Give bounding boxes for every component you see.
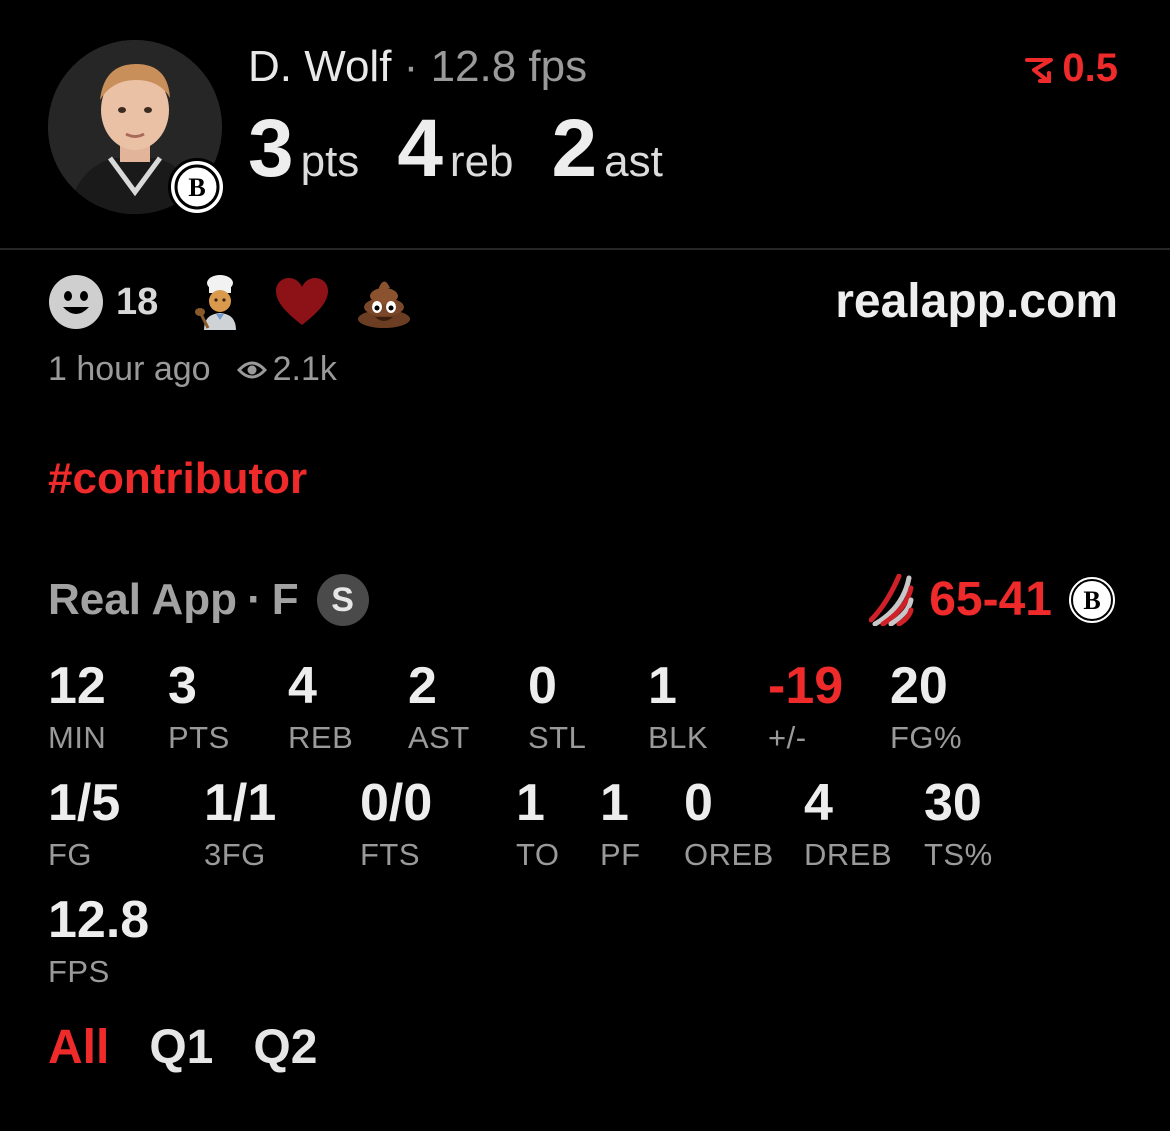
game-score[interactable]: 65-41 B	[869, 572, 1118, 627]
stat-blk: 1 BLK	[648, 660, 708, 756]
stat-reb: 4 REB	[288, 660, 353, 756]
summary-ast-label: ast	[604, 137, 663, 186]
stat-plus-minus: -19 +/-	[768, 660, 843, 756]
summary-stat-line: 3 pts 4 reb 2 ast	[248, 102, 701, 196]
game-source-line: Real App · F S	[48, 574, 369, 626]
game-source: Real App	[48, 575, 238, 624]
tab-all[interactable]: All	[48, 1020, 109, 1075]
game-status: F	[271, 575, 299, 624]
svg-text:B: B	[188, 173, 205, 202]
player-name[interactable]: D. Wolf	[248, 42, 391, 91]
time-ago: 1 hour ago	[48, 350, 211, 388]
blazers-logo-icon	[869, 573, 914, 626]
hashtag-link[interactable]: #contributor	[48, 454, 307, 504]
poop-emoji[interactable]	[356, 276, 412, 328]
stat-value: 1	[516, 774, 545, 832]
tab-q2[interactable]: Q2	[253, 1020, 317, 1075]
stat-label: 3FG	[204, 837, 266, 872]
stat-value: 12.8	[48, 891, 150, 949]
stat-value: 0	[528, 657, 557, 715]
stat-value: 12	[48, 657, 106, 715]
stat-3fg: 1/1 3FG	[204, 777, 276, 873]
stat-ast: 2 AST	[408, 660, 470, 756]
view-count: 2.1k	[236, 350, 337, 389]
eye-icon	[236, 361, 267, 378]
summary-reb-label: reb	[449, 137, 514, 186]
summary-pts-value: 3	[248, 103, 294, 194]
stat-value: 1	[600, 774, 629, 832]
tab-q1[interactable]: Q1	[149, 1020, 213, 1075]
stat-oreb: 0 OREB	[684, 777, 774, 873]
stat-label: FTS	[360, 837, 421, 872]
stat-label: TS%	[924, 837, 993, 872]
stat-value: 4	[288, 657, 317, 715]
score-value: 65-41	[929, 573, 1052, 626]
stat-dreb: 4 DREB	[804, 777, 892, 873]
stat-pts: 3 PTS	[168, 660, 230, 756]
s-badge[interactable]: S	[316, 574, 369, 626]
stat-ts-pct: 30 TS%	[924, 777, 993, 873]
separator: ·	[247, 575, 262, 624]
stat-label: MIN	[48, 720, 107, 755]
stat-label: +/-	[768, 720, 807, 755]
player-fps: 12.8 fps	[430, 42, 588, 91]
stat-value: 2	[408, 657, 437, 715]
source-site-link[interactable]: realapp.com	[835, 274, 1118, 329]
stat-fg-pct: 20 FG%	[890, 660, 962, 756]
stat-pf: 1 PF	[600, 777, 641, 873]
rating-delta[interactable]: 0.5	[1024, 46, 1118, 91]
stat-fps: 12.8 FPS	[48, 894, 149, 990]
cook-emoji[interactable]	[192, 274, 248, 330]
stat-label: DREB	[804, 837, 893, 872]
quarter-tabs: All Q1 Q2	[48, 1020, 317, 1075]
stat-value: 1	[648, 657, 677, 715]
stat-value: 4	[804, 774, 833, 832]
nets-logo-icon: B	[1067, 574, 1117, 625]
stat-value: 3	[168, 657, 197, 715]
rating-delta-value: 0.5	[1062, 46, 1118, 90]
player-name-line[interactable]: D. Wolf · 12.8 fps	[248, 42, 587, 92]
stat-value: -19	[768, 657, 844, 715]
stat-stl: 0 STL	[528, 660, 586, 756]
stat-label: PF	[600, 837, 641, 872]
stat-value: 1/5	[48, 774, 121, 832]
stat-value: 30	[924, 774, 982, 832]
divider	[0, 248, 1170, 250]
stat-label: BLK	[648, 720, 709, 755]
stat-value: 20	[890, 657, 948, 715]
stat-fg: 1/5 FG	[48, 777, 120, 873]
summary-reb-value: 4	[397, 103, 443, 194]
stat-value: 0	[684, 774, 713, 832]
stat-value: 0/0	[360, 774, 433, 832]
smiley-icon[interactable]	[48, 274, 104, 330]
stat-label: OREB	[684, 837, 774, 872]
stat-label: FG	[48, 837, 93, 872]
heart-emoji[interactable]	[274, 277, 330, 327]
view-count-value: 2.1k	[272, 350, 337, 388]
stat-label: REB	[288, 720, 354, 755]
separator: ·	[403, 42, 419, 91]
stat-label: FPS	[48, 954, 110, 989]
reaction-bar: 18	[48, 274, 438, 330]
stat-label: PTS	[168, 720, 230, 755]
post-meta: 1 hour ago 2.1k	[48, 350, 337, 389]
stat-value: 1/1	[204, 774, 277, 832]
stat-fts: 0/0 FTS	[360, 777, 432, 873]
summary-ast-value: 2	[551, 103, 598, 194]
stat-label: FG%	[890, 720, 963, 755]
stat-to: 1 TO	[516, 777, 560, 873]
reaction-count: 18	[116, 280, 159, 323]
trend-down-icon	[1025, 57, 1054, 83]
team-logo-badge: B	[168, 158, 226, 216]
svg-text:B: B	[1083, 586, 1100, 615]
stat-label: AST	[408, 720, 470, 755]
stat-label: STL	[528, 720, 587, 755]
stat-min: 12 MIN	[48, 660, 106, 756]
summary-pts-label: pts	[300, 137, 360, 186]
stat-label: TO	[516, 837, 560, 872]
